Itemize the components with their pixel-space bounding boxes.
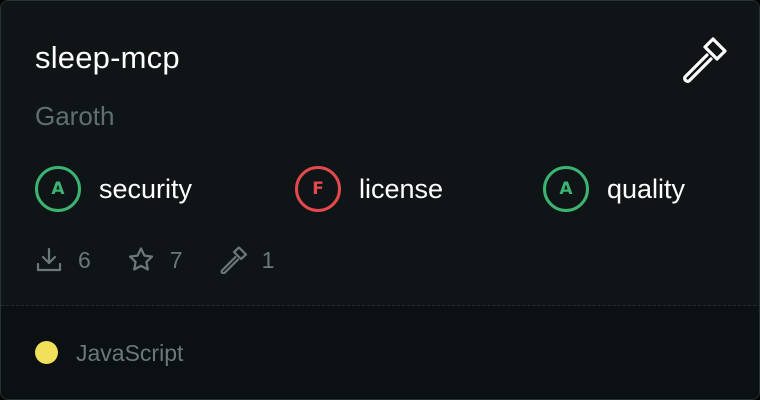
downloads-stat: 6 [35,246,91,274]
grade-badge: A [543,166,589,212]
download-icon [36,247,62,272]
grade-label: quality [607,173,686,204]
language-name: JavaScript [76,340,184,366]
tools-count: 1 [261,246,275,273]
security-grade: A security [35,165,192,213]
author-name[interactable]: Garoth [35,99,115,133]
stars-stat: 7 [127,246,183,274]
stars-count: 7 [169,246,183,273]
server-card[interactable]: sleep-mcp Garoth A security F license A … [0,0,760,400]
tools-stat: 1 [219,246,275,274]
hammer-icon[interactable] [679,37,727,85]
license-grade: F license [295,165,443,213]
grade-label: license [359,173,444,204]
hammer-icon [220,246,247,274]
stats-row: 6 7 1 [35,241,310,279]
language-color-dot [35,341,58,364]
downloads-count: 6 [78,246,91,273]
grade-badge: A [35,166,81,212]
grade-label: security [99,173,193,204]
grade-badge: F [295,166,341,212]
quality-grade: A quality [543,165,685,213]
card-title[interactable]: sleep-mcp [35,39,180,77]
star-icon [128,247,153,271]
